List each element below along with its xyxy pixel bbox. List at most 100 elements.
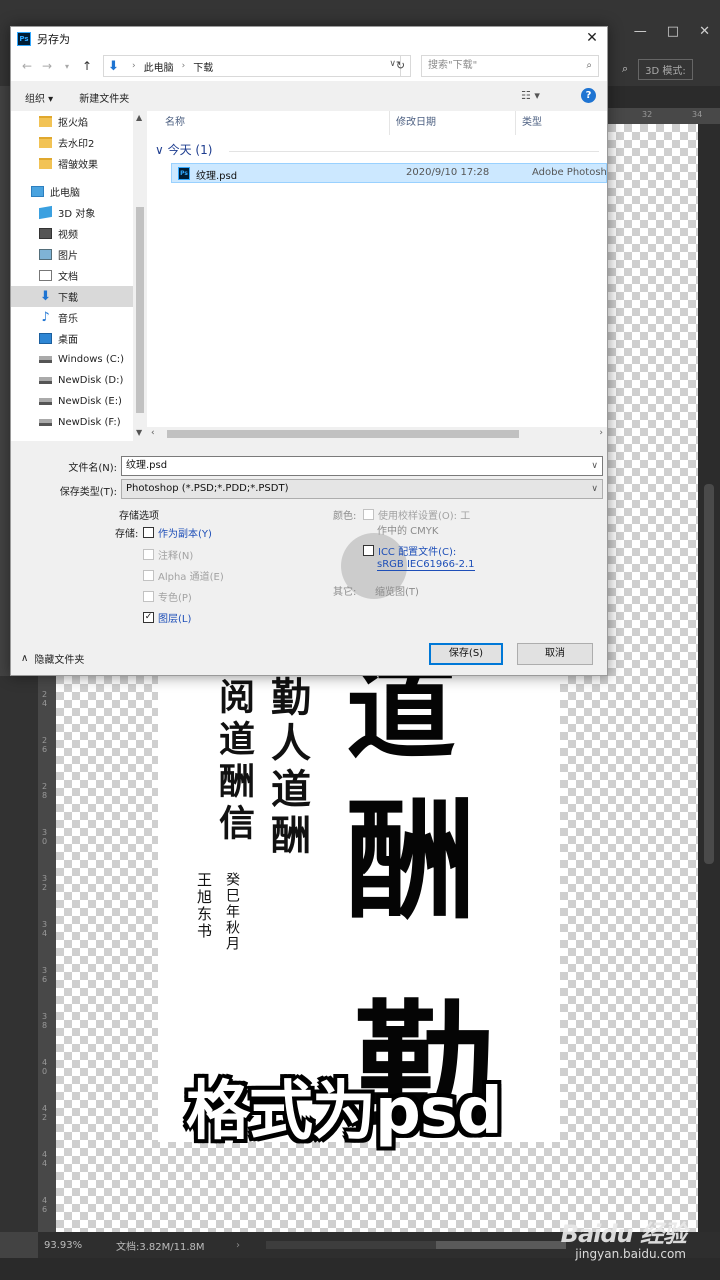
drive-icon — [39, 377, 52, 384]
nav-item-videos[interactable]: 视频 — [11, 223, 133, 244]
savetype-select[interactable]: Photoshop (*.PSD;*.PDD;*.PSDT) ∨ — [121, 479, 603, 499]
icc-profile-value: sRGB IEC61966-2.1 — [377, 559, 475, 571]
layers-checkbox[interactable]: ✓ — [143, 612, 154, 623]
ruler-tick: 30 — [42, 828, 48, 846]
nav-item-music[interactable]: ♪ 音乐 — [11, 307, 133, 328]
nav-item-drive-c[interactable]: Windows (C:) — [11, 349, 133, 370]
nav-item-desktop[interactable]: 桌面 — [11, 328, 133, 349]
file-list-hscrollbar[interactable]: ‹ › — [147, 427, 607, 441]
close-icon[interactable]: ✕ — [583, 29, 601, 47]
calligraphy-column: 阅道酬信 — [213, 678, 255, 846]
folder-icon — [39, 116, 52, 127]
hide-folders-toggle[interactable]: ∧ 隐藏文件夹 — [21, 651, 84, 666]
chevron-down-icon[interactable]: ▼ — [136, 428, 142, 437]
back-arrow-icon[interactable]: ← — [17, 59, 37, 73]
download-icon: ⬇ — [108, 58, 119, 74]
scrollbar-thumb[interactable] — [167, 430, 519, 438]
3d-mode-button[interactable]: 3D 模式: — [638, 58, 693, 80]
file-row[interactable]: Ps 纹理.psd 2020/9/10 17:28 Adobe Photosh.… — [171, 163, 607, 183]
nav-item-3d-objects[interactable]: 3D 对象 — [11, 202, 133, 223]
icc-profile-option[interactable]: ICC 配置文件(C): — [363, 543, 456, 558]
icc-profile-checkbox[interactable] — [363, 545, 374, 556]
nav-item-label: 3D 对象 — [58, 209, 96, 220]
tools-panel — [0, 676, 38, 1232]
column-header-name[interactable]: 名称 — [165, 111, 185, 135]
calligraphy-date: 癸巳年秋月 — [224, 872, 240, 952]
maximize-button[interactable]: □ — [667, 24, 679, 39]
layers-option[interactable]: ✓ 图层(L) — [143, 610, 191, 625]
column-header-date[interactable]: 修改日期 — [389, 111, 436, 135]
scrollbar-thumb[interactable] — [436, 1241, 566, 1249]
chevron-down-icon[interactable]: ∨ — [591, 457, 598, 475]
thumbnail-option: 缩览图(T) — [375, 587, 419, 598]
breadcrumb-downloads[interactable]: 下载 — [193, 59, 213, 74]
nav-item-label: 视频 — [58, 230, 78, 241]
nav-item-label: 抠火焰 — [58, 118, 88, 129]
breadcrumb-this-pc[interactable]: 此电脑 — [144, 59, 174, 74]
scrollbar-thumb[interactable] — [136, 207, 144, 413]
address-bar[interactable]: ⬇ › 此电脑 › 下载 ∨ — [103, 55, 401, 77]
nav-item-label: 下载 — [58, 293, 78, 304]
chevron-left-icon[interactable]: ‹ — [151, 428, 155, 438]
save-as-dialog: Ps 另存为 ✕ ← → ▾ ↑ ⬇ › 此电脑 › 下载 ∨ ↻ 搜索"下载"… — [10, 26, 608, 676]
use-proof-checkbox — [363, 509, 374, 520]
nav-item-drive-d[interactable]: NewDisk (D:) — [11, 370, 133, 391]
nav-item-this-pc[interactable]: 此电脑 — [11, 181, 133, 202]
nav-item-folder[interactable]: 去水印2 — [11, 132, 133, 153]
spot-option: 专色(P) — [143, 589, 192, 604]
chevron-right-icon[interactable]: › — [599, 428, 603, 438]
chevron-down-icon[interactable]: ▾ — [57, 62, 77, 71]
cancel-button[interactable]: 取消 — [517, 643, 593, 665]
nav-item-folder[interactable]: 抠火焰 — [11, 111, 133, 132]
nav-pane-scrollbar[interactable]: ▲ ▼ — [133, 111, 147, 441]
filename-input[interactable]: 纹理.psd ∨ — [121, 456, 603, 476]
close-window-button[interactable]: ✕ — [699, 24, 710, 39]
nav-item-folder[interactable]: 褶皱效果 — [11, 153, 133, 174]
ruler-tick: 32 — [42, 874, 48, 892]
storage-label: 存储: — [115, 529, 139, 540]
vertical-scrollbar[interactable] — [698, 124, 720, 1232]
option-label: 专色(P) — [158, 593, 192, 604]
nav-item-drive-e[interactable]: NewDisk (E:) — [11, 391, 133, 412]
chevron-down-icon: ∨ — [591, 484, 598, 494]
minimize-button[interactable]: — — [634, 24, 647, 39]
as-copy-option[interactable]: 作为副本(Y) — [143, 525, 212, 540]
option-label: ICC 配置文件(C): — [378, 547, 457, 558]
view-options-icon[interactable]: ☷ ▾ — [521, 89, 540, 102]
calligraphy-signature: 王旭东书 — [195, 872, 213, 940]
address-bar-row: ← → ▾ ↑ ⬇ › 此电脑 › 下载 ∨ ↻ 搜索"下载" ⌕ — [11, 51, 607, 81]
nav-item-pictures[interactable]: 图片 — [11, 244, 133, 265]
video-icon — [39, 228, 52, 239]
search-input[interactable]: 搜索"下载" ⌕ — [421, 55, 599, 77]
notes-checkbox — [143, 549, 154, 560]
zoom-level[interactable]: 93.93% — [44, 1240, 116, 1251]
column-header-type[interactable]: 类型 — [515, 111, 542, 135]
calligraphy-glyph: 酬 — [346, 784, 477, 937]
up-arrow-icon[interactable]: ↑ — [77, 59, 97, 73]
organize-button[interactable]: 组织 ▾ — [25, 90, 53, 105]
music-icon: ♪ — [41, 310, 50, 325]
calligraphy-column: 勤人道酬 — [264, 676, 311, 860]
help-icon[interactable]: ? — [581, 88, 596, 103]
nav-item-drive-f[interactable]: NewDisk (F:) — [11, 412, 133, 433]
3d-objects-icon — [39, 205, 52, 220]
forward-arrow-icon[interactable]: → — [37, 59, 57, 73]
group-header-today[interactable]: ∨ 今天 (1) — [155, 141, 212, 158]
new-folder-button[interactable]: 新建文件夹 — [79, 90, 129, 105]
chevron-right-icon[interactable]: › — [236, 1240, 266, 1251]
option-label: 使用校样设置(O): 工 — [378, 511, 471, 522]
search-icon[interactable]: ⌕ — [622, 62, 628, 76]
scrollbar-thumb[interactable] — [704, 484, 714, 864]
refresh-icon[interactable]: ↻ — [391, 55, 411, 77]
window-controls: — □ ✕ — [634, 24, 710, 39]
nav-item-documents[interactable]: 文档 — [11, 265, 133, 286]
save-button[interactable]: 保存(S) — [429, 643, 503, 665]
as-copy-checkbox[interactable] — [143, 527, 154, 538]
chevron-up-icon[interactable]: ▲ — [136, 113, 142, 122]
nav-item-label: 去水印2 — [58, 139, 95, 150]
nav-item-downloads[interactable]: ⬇ 下载 — [11, 286, 133, 307]
photoshop-app-icon: Ps — [17, 32, 31, 46]
dialog-titlebar: Ps 另存为 ✕ — [11, 27, 607, 51]
drive-icon — [39, 356, 52, 363]
horizontal-scrollbar[interactable] — [266, 1241, 566, 1249]
